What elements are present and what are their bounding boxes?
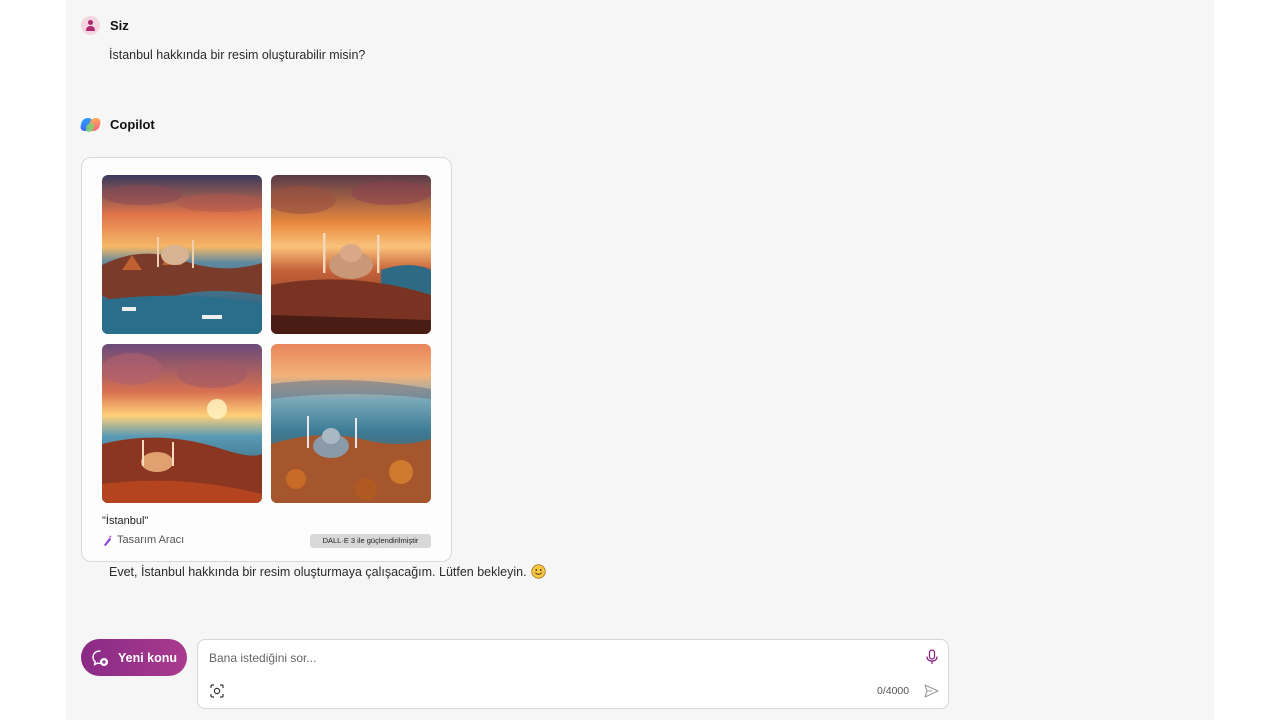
visual-search-icon[interactable]: [210, 684, 224, 698]
istanbul-image-1[interactable]: [102, 175, 262, 334]
design-tool-link[interactable]: Tasarım Aracı: [102, 534, 184, 546]
chat-panel: Siz İstanbul hakkında bir resim oluştura…: [66, 0, 1214, 720]
smile-emoji-icon: [530, 564, 546, 579]
copilot-message-header: Copilot: [79, 115, 155, 134]
design-tool-label: Tasarım Aracı: [117, 534, 185, 546]
character-count: 0/4000: [877, 685, 910, 697]
new-topic-label: Yeni konu: [118, 650, 178, 665]
copilot-message-text: Evet, İstanbul hakkında bir resim oluştu…: [109, 564, 527, 579]
wand-icon: [103, 534, 113, 546]
message-input[interactable]: [209, 649, 909, 667]
istanbul-image-3[interactable]: [102, 344, 262, 503]
microphone-icon[interactable]: [925, 649, 939, 665]
image-caption: "İstanbul": [102, 515, 149, 527]
message-composer: 0/4000: [197, 639, 949, 709]
new-topic-button[interactable]: Yeni konu: [81, 639, 187, 676]
send-icon[interactable]: [924, 684, 939, 698]
copilot-sender-name: Copilot: [110, 117, 155, 132]
generated-image-card: "İstanbul" Tasarım Aracı DALL·E 3 ile gü…: [81, 157, 452, 562]
user-message-header: Siz: [81, 16, 129, 35]
user-message-text: İstanbul hakkında bir resim oluşturabili…: [109, 48, 366, 62]
dalle-badge: DALL·E 3 ile güçlendirilmiştir: [310, 534, 431, 548]
new-chat-icon: [92, 649, 108, 666]
user-sender-name: Siz: [110, 18, 129, 33]
user-avatar-icon: [81, 16, 100, 35]
istanbul-image-2[interactable]: [271, 175, 431, 334]
copilot-logo-icon: [79, 115, 102, 134]
copilot-message: Evet, İstanbul hakkında bir resim oluştu…: [109, 564, 546, 579]
istanbul-image-4[interactable]: [271, 344, 431, 503]
